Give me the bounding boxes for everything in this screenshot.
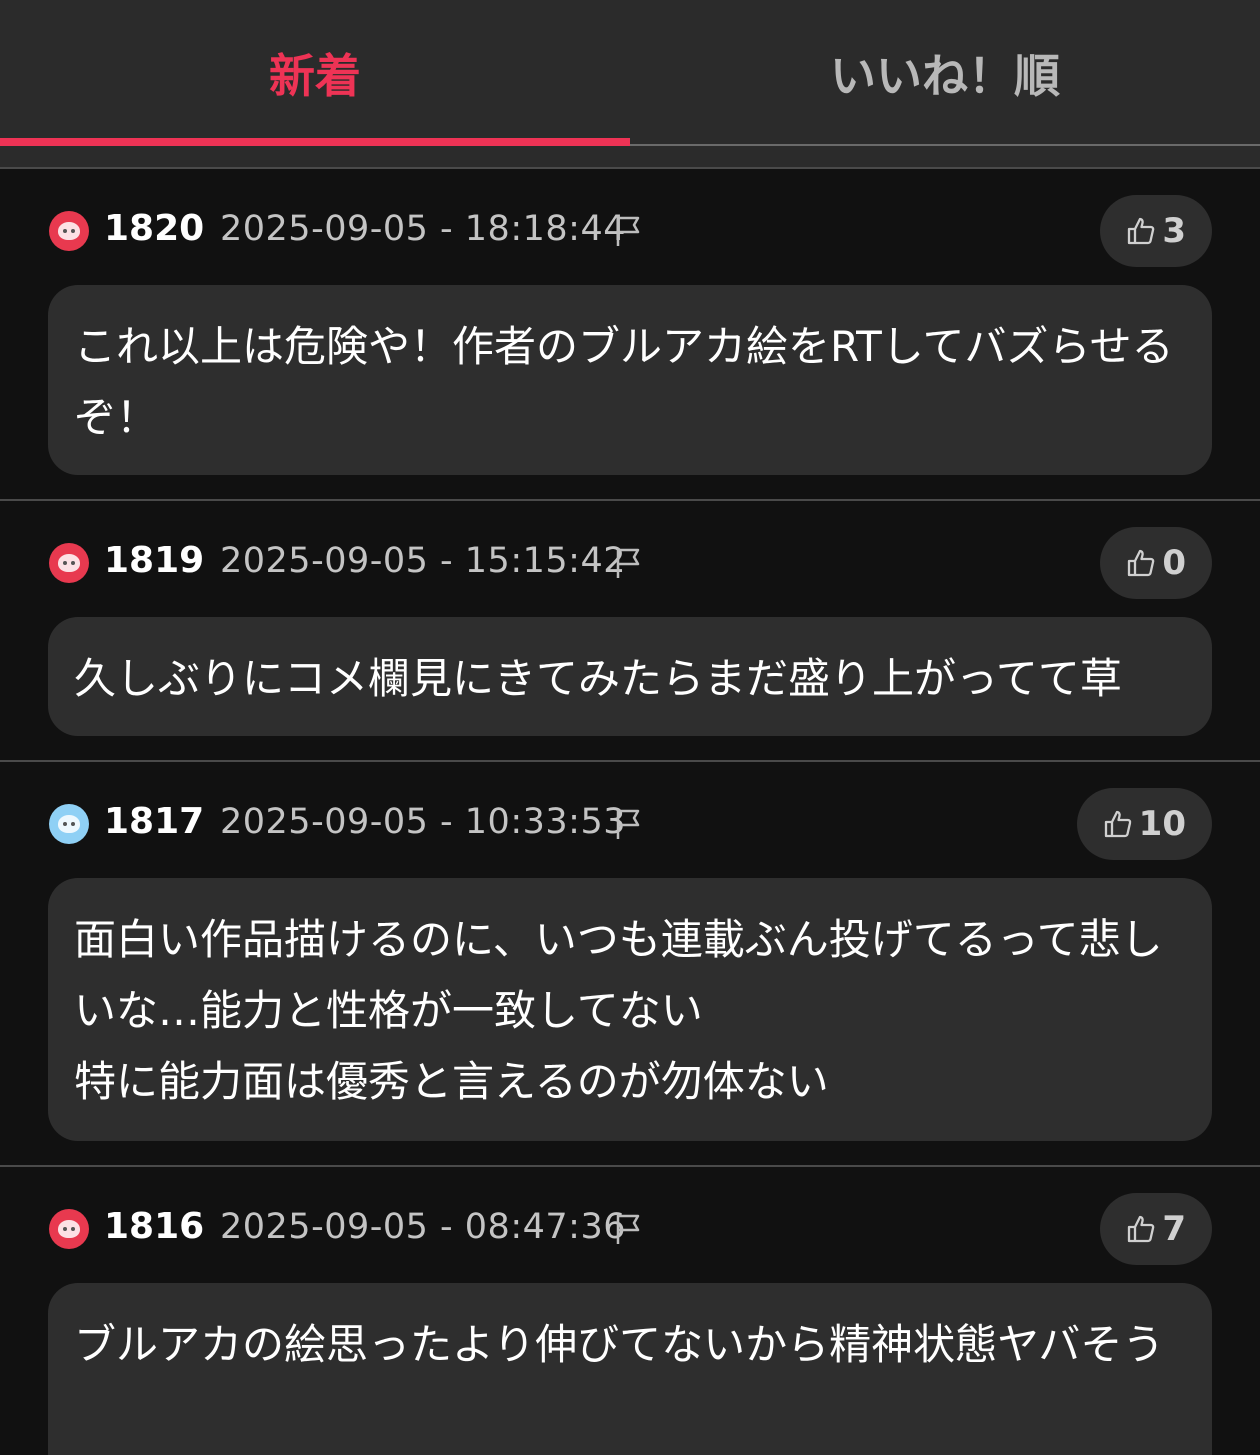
- comment-number: 1816: [104, 1206, 205, 1247]
- active-tab-indicator: [0, 138, 630, 146]
- like-count: 3: [1162, 211, 1186, 251]
- thumbs-up-icon: [1128, 549, 1155, 577]
- like-count: 0: [1162, 543, 1186, 583]
- comment-number: 1820: [104, 208, 205, 249]
- report-flag-icon[interactable]: [614, 807, 644, 841]
- like-button[interactable]: 3: [1100, 195, 1212, 267]
- avatar: [49, 543, 89, 583]
- thumbs-up-icon: [1104, 810, 1131, 838]
- avatar-face-icon: [58, 222, 80, 240]
- comment-bubble: 久しぶりにコメ欄見にきてみたらまだ盛り上がってて草: [48, 617, 1212, 736]
- sort-tabs: 新着 いいね！順: [0, 0, 1260, 146]
- comment-item: 1817 2025-09-05 - 10:33:53 10 面白い作品描けるのに…: [0, 760, 1260, 1168]
- comment-bubble: これ以上は危険や！作者のブルアカ絵をRTしてバズらせるぞ！: [48, 285, 1212, 475]
- thumbs-up-icon: [1128, 1215, 1155, 1243]
- report-flag-icon[interactable]: [614, 214, 644, 248]
- comment-item: 1820 2025-09-05 - 18:18:44 3 これ以上は危険や！作者…: [0, 167, 1260, 501]
- avatar: [49, 804, 89, 844]
- like-button[interactable]: 0: [1100, 527, 1212, 599]
- comment-datetime: 2025-09-05 - 08:47:36: [220, 1207, 626, 1247]
- avatar-face-icon: [58, 815, 80, 833]
- tab-newest[interactable]: 新着: [0, 0, 630, 146]
- report-flag-icon[interactable]: [614, 546, 644, 580]
- comment-number: 1819: [104, 540, 205, 581]
- comment-meta: 1819 2025-09-05 - 15:15:42 0: [0, 527, 1260, 599]
- tabs-spacer: [0, 146, 1260, 167]
- comment-datetime: 2025-09-05 - 15:15:42: [220, 541, 626, 581]
- avatar-face-icon: [58, 1220, 80, 1238]
- comment-bubble: ブルアカの絵思ったより伸びてないから精神状態ヤバそう: [48, 1283, 1212, 1455]
- comment-datetime: 2025-09-05 - 18:18:44: [220, 209, 626, 249]
- like-button[interactable]: 10: [1076, 788, 1212, 860]
- comment-bubble: 面白い作品描けるのに、いつも連載ぶん投げてるって悲しいな…能力と性格が一致してな…: [48, 878, 1212, 1141]
- comment-number: 1817: [104, 801, 205, 842]
- avatar: [49, 1209, 89, 1249]
- avatar-face-icon: [58, 554, 80, 572]
- like-count: 7: [1162, 1209, 1186, 1249]
- like-count: 10: [1138, 804, 1186, 844]
- tab-by-likes[interactable]: いいね！順: [630, 0, 1260, 146]
- comment-item: 1819 2025-09-05 - 15:15:42 0 久しぶりにコメ欄見にき…: [0, 499, 1260, 762]
- comment-datetime: 2025-09-05 - 10:33:53: [220, 802, 626, 842]
- avatar: [49, 211, 89, 251]
- comment-item: 1816 2025-09-05 - 08:47:36 7 ブルアカの絵思ったより…: [0, 1165, 1260, 1455]
- comment-meta: 1816 2025-09-05 - 08:47:36 7: [0, 1193, 1260, 1265]
- like-button[interactable]: 7: [1100, 1193, 1212, 1265]
- comment-meta: 1820 2025-09-05 - 18:18:44 3: [0, 195, 1260, 267]
- thumbs-up-icon: [1128, 217, 1155, 245]
- report-flag-icon[interactable]: [614, 1212, 644, 1246]
- comment-meta: 1817 2025-09-05 - 10:33:53 10: [0, 788, 1260, 860]
